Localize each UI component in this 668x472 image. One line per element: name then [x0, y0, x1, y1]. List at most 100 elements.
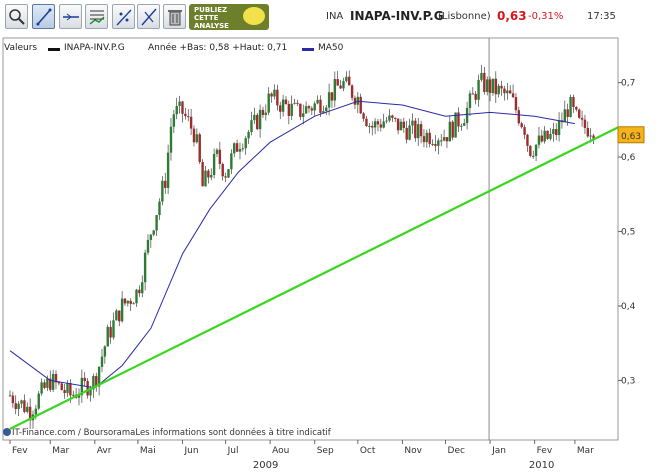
candle-body — [299, 103, 302, 117]
candle-body — [422, 136, 426, 143]
y-tick-label: 0,7 — [621, 79, 635, 89]
candle-body — [112, 320, 115, 338]
candle-body — [465, 108, 469, 124]
candle-body — [379, 124, 383, 128]
candle-body — [256, 114, 259, 130]
candle-body — [575, 106, 578, 110]
candle-body — [471, 93, 475, 95]
candle-body — [362, 113, 365, 119]
candle-body — [417, 124, 420, 139]
candle-body — [143, 252, 147, 283]
candle-body — [115, 310, 118, 321]
candle-body — [215, 149, 219, 154]
chart-footer-note: IT-Finance.com / BoursoramaLes informati… — [3, 428, 331, 438]
candle-body — [161, 180, 164, 202]
x-month-label: Jan — [491, 446, 506, 456]
y-tick-label: 0,5 — [621, 228, 635, 238]
candle-body — [382, 121, 385, 128]
candle-body — [451, 121, 454, 138]
candle-body — [253, 114, 256, 121]
candle-body — [72, 394, 75, 396]
candle-body — [419, 124, 423, 137]
candle-body — [181, 101, 184, 114]
candle-body — [376, 121, 380, 125]
candle-body — [534, 144, 538, 156]
candle-body — [508, 90, 512, 94]
candle-body — [517, 110, 521, 124]
candle-body — [100, 356, 104, 367]
candle-body — [109, 326, 112, 338]
candle-body — [276, 89, 279, 106]
candle-body — [66, 383, 69, 394]
candle-body — [497, 85, 500, 95]
candle-body — [586, 127, 590, 137]
candle-body — [126, 300, 130, 304]
candle-body — [207, 170, 210, 178]
candle-body — [554, 129, 558, 136]
candle-body — [365, 118, 368, 127]
candle-body — [310, 108, 314, 111]
candle-body — [224, 176, 227, 178]
x-month-label: Jul — [227, 446, 239, 456]
candle-body — [26, 406, 29, 412]
x-month-label: Jun — [183, 446, 198, 456]
candle-body — [448, 121, 452, 142]
y-tick-label: 0,3 — [621, 376, 635, 386]
x-month-label: Mar — [577, 446, 594, 456]
x-month-label: Oct — [360, 446, 376, 456]
candle-body — [414, 120, 417, 139]
x-month-label: Aou — [272, 446, 289, 456]
candle-body — [281, 99, 285, 112]
candle-body — [221, 163, 224, 177]
legend-series-swatch — [48, 48, 60, 51]
candle-body — [500, 85, 503, 89]
candle-body — [569, 96, 572, 118]
candle-body — [273, 89, 276, 97]
x-month-label: Sep — [317, 446, 334, 456]
x-month-label: Fev — [537, 446, 553, 456]
candle-body — [428, 132, 431, 144]
candle-body — [189, 116, 193, 129]
candle-body — [46, 378, 49, 388]
candle-body — [437, 140, 440, 146]
price-chart[interactable]: 0,7 0,6 0,5 0,4 0,3 Fev Mar Avr Mai Jun Jul Aou Sep O… — [0, 0, 668, 472]
candle-body — [566, 109, 569, 118]
candle-body — [572, 96, 575, 107]
candle-body — [325, 107, 328, 112]
candle-body — [460, 125, 463, 127]
x-month-label: Fev — [12, 446, 28, 456]
x-month-label: Nov — [404, 446, 422, 456]
y-tick-label: 0,4 — [621, 302, 636, 312]
x-month-label: Dec — [448, 446, 465, 456]
candle-body — [463, 123, 466, 126]
candle-body — [120, 298, 124, 322]
candle-body — [468, 93, 472, 109]
candle-body — [333, 79, 337, 101]
candle-body — [391, 115, 394, 118]
candle-body — [158, 201, 161, 216]
candle-body — [434, 143, 437, 146]
candle-body — [506, 90, 509, 94]
candle-body — [37, 393, 40, 409]
candle-body — [526, 134, 529, 146]
candle-body — [425, 132, 429, 143]
candle-body — [302, 113, 305, 117]
candle-body — [227, 169, 230, 178]
candle-body — [169, 126, 173, 153]
candle-body — [23, 400, 26, 412]
chart-legend: Valeurs INAPA-INV.P.G Année +Bas: 0,58 +… — [0, 41, 610, 55]
candle-body — [474, 93, 477, 100]
candle-body — [267, 93, 270, 113]
candle-body — [483, 72, 486, 92]
candle-body — [543, 130, 546, 142]
candle-body — [494, 78, 498, 95]
candle-body — [258, 109, 262, 130]
candle-body — [388, 115, 391, 121]
candle-body — [14, 403, 17, 409]
candle-body — [304, 106, 308, 114]
candle-body — [557, 120, 561, 136]
candle-body — [106, 326, 109, 347]
candle-body — [43, 382, 46, 388]
candle-body — [51, 373, 55, 390]
x-month-label: Avr — [97, 446, 112, 456]
